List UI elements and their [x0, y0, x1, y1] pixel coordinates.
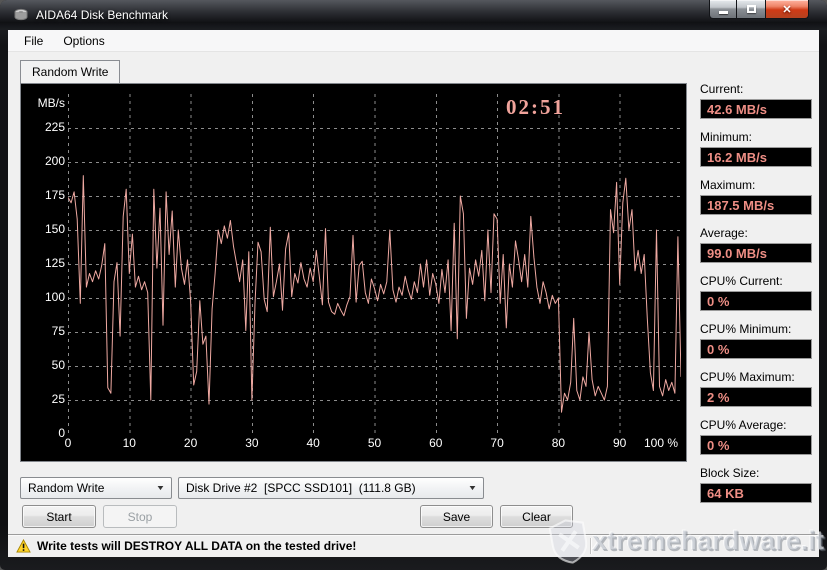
stat-value: 2 % [700, 387, 812, 407]
stat-value: 0 % [700, 435, 812, 455]
test-type-select[interactable]: Random Write ▼ [20, 477, 172, 499]
y-tick-label: 100 [25, 290, 65, 304]
stat-minimum: Minimum: 16.2 MB/s [700, 130, 812, 167]
y-tick-label: 75 [25, 324, 65, 338]
y-tick-label: 225 [25, 120, 65, 134]
stat-cpu-minimum: CPU% Minimum: 0 % [700, 322, 812, 359]
x-tick-label: 40 [288, 436, 338, 450]
stat-maximum: Maximum: 187.5 MB/s [700, 178, 812, 215]
x-tick-label: 0 [43, 436, 93, 450]
start-button[interactable]: Start [22, 505, 96, 528]
x-axis-labels: 0102030405060708090100 % [21, 436, 686, 452]
stop-button[interactable]: Stop [103, 505, 177, 528]
menu-file[interactable]: File [16, 30, 51, 52]
stat-value: 64 KB [700, 483, 812, 503]
stat-cpu-current: CPU% Current: 0 % [700, 274, 812, 311]
minimize-button[interactable] [709, 0, 737, 19]
chart-plot-area: 02:51 [68, 94, 681, 434]
y-tick-label: 50 [25, 358, 65, 372]
save-button[interactable]: Save [420, 505, 493, 528]
close-button[interactable]: ✕ [765, 0, 809, 19]
caption-buttons: ✕ [709, 0, 809, 19]
status-bar: Write tests will DESTROY ALL DATA on the… [8, 534, 819, 557]
y-tick-label: 25 [25, 392, 65, 406]
stat-label: Minimum: [700, 130, 812, 144]
elapsed-time: 02:51 [506, 95, 565, 120]
clear-button[interactable]: Clear [500, 505, 573, 528]
chevron-down-icon: ▼ [468, 485, 478, 492]
x-tick-label: 30 [227, 436, 277, 450]
stat-cpu-average: CPU% Average: 0 % [700, 418, 812, 455]
y-tick-label: 175 [25, 188, 65, 202]
app-icon [13, 7, 29, 23]
stat-cpu-maximum: CPU% Maximum: 2 % [700, 370, 812, 407]
x-tick-label: 50 [350, 436, 400, 450]
y-axis-labels: MB/s0255075100125150175200225 [25, 84, 65, 461]
chevron-down-icon: ▼ [156, 485, 166, 492]
x-tick-label: 90 [595, 436, 645, 450]
stat-average: Average: 99.0 MB/s [700, 226, 812, 263]
stats-panel: Current: 42.6 MB/s Minimum: 16.2 MB/s Ma… [700, 82, 812, 514]
stat-current: Current: 42.6 MB/s [700, 82, 812, 119]
stat-label: Maximum: [700, 178, 812, 192]
stat-label: CPU% Maximum: [700, 370, 812, 384]
title-bar[interactable]: AIDA64 Disk Benchmark ✕ [0, 0, 827, 30]
stat-label: CPU% Average: [700, 418, 812, 432]
x-tick-label: 60 [411, 436, 461, 450]
y-axis-unit: MB/s [25, 96, 65, 110]
stat-block-size: Block Size: 64 KB [700, 466, 812, 503]
benchmark-chart: 02:51 MB/s0255075100125150175200225 0102… [20, 83, 687, 462]
chart-canvas [68, 94, 681, 434]
x-tick-label: 20 [166, 436, 216, 450]
client-area: File Options Random Write 02:51 MB/s 0 25 5… [8, 30, 819, 557]
stat-value: 42.6 MB/s [700, 99, 812, 119]
stat-label: Current: [700, 82, 812, 96]
close-icon: ✕ [782, 3, 791, 16]
stat-value: 0 % [700, 291, 812, 311]
tab-random-write[interactable]: Random Write [20, 60, 120, 83]
x-tick-label: 100 % [644, 436, 694, 450]
drive-select[interactable]: Disk Drive #2 [SPCC SSD101] (111.8 GB) ▼ [178, 477, 484, 499]
app-window: AIDA64 Disk Benchmark ✕ File Options Ran… [0, 0, 827, 570]
menu-bar: File Options [8, 30, 819, 52]
maximize-icon [747, 5, 756, 13]
y-tick-label: 125 [25, 256, 65, 270]
stat-value: 16.2 MB/s [700, 147, 812, 167]
stat-value: 187.5 MB/s [700, 195, 812, 215]
y-tick-label: 150 [25, 222, 65, 236]
stat-label: CPU% Current: [700, 274, 812, 288]
warning-text: Write tests will DESTROY ALL DATA on the… [37, 539, 356, 553]
test-type-value: Random Write [28, 481, 104, 495]
stat-value: 99.0 MB/s [700, 243, 812, 263]
stat-label: Average: [700, 226, 812, 240]
drive-select-value: Disk Drive #2 [SPCC SSD101] (111.8 GB) [186, 481, 416, 495]
stat-label: Block Size: [700, 466, 812, 480]
window-title: AIDA64 Disk Benchmark [36, 8, 168, 22]
stat-label: CPU% Minimum: [700, 322, 812, 336]
x-tick-label: 80 [533, 436, 583, 450]
menu-options[interactable]: Options [55, 30, 112, 52]
x-tick-label: 10 [104, 436, 154, 450]
x-tick-label: 70 [472, 436, 522, 450]
maximize-button[interactable] [737, 0, 765, 19]
y-tick-label: 200 [25, 154, 65, 168]
statusbar-divider [590, 538, 592, 554]
warning-icon [16, 539, 31, 553]
stat-value: 0 % [700, 339, 812, 359]
minimize-icon [719, 11, 728, 14]
